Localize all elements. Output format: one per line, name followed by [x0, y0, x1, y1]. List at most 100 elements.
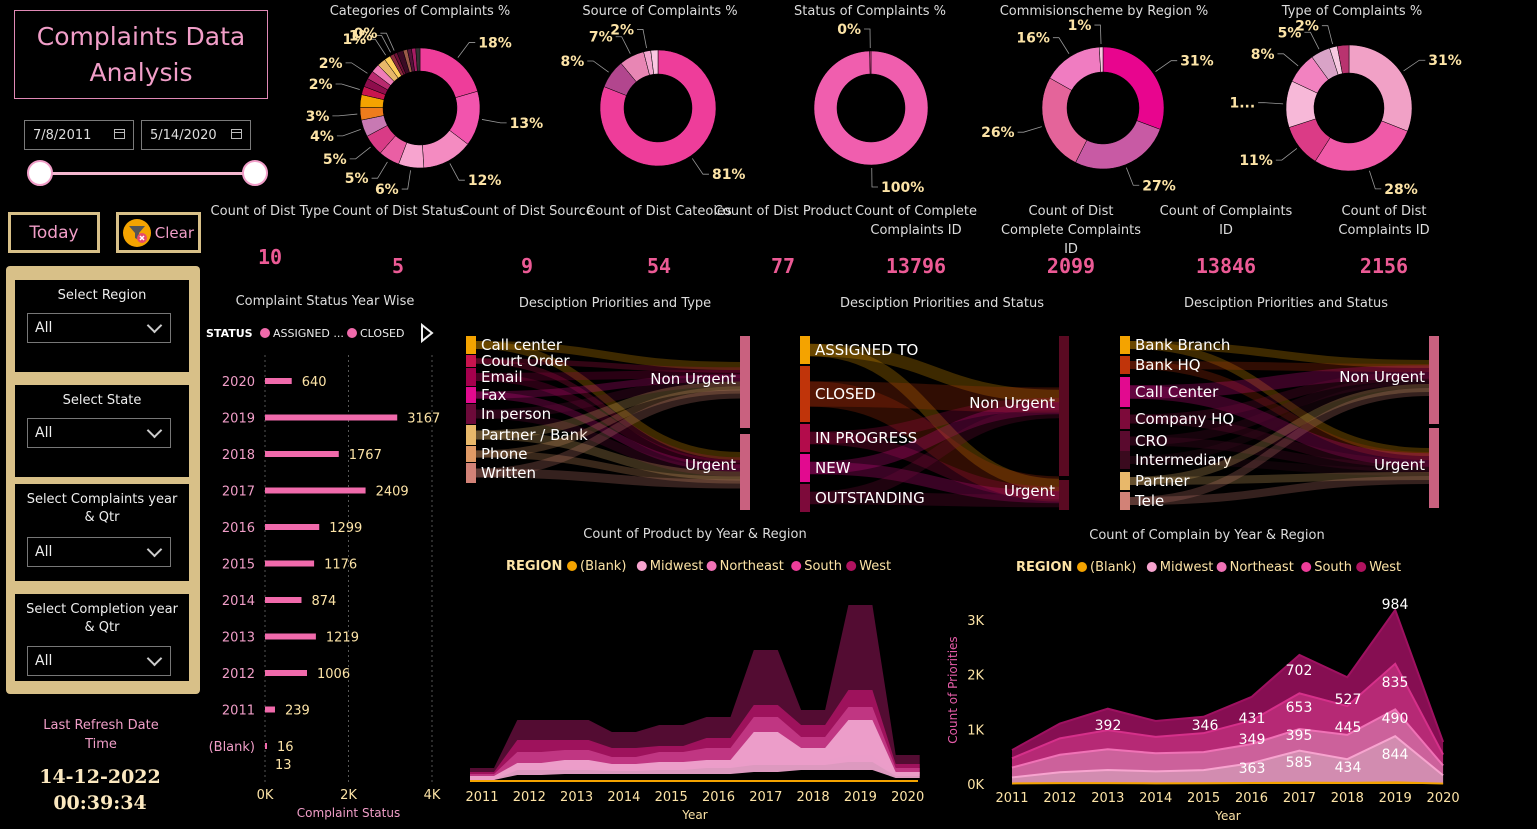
area-point-label: 431 — [1239, 711, 1266, 727]
legend-item[interactable]: West — [1369, 560, 1401, 575]
donut-slice-label: 2% — [309, 77, 333, 93]
sankey-source-node[interactable] — [1120, 409, 1130, 429]
kpi-card-label: Count of Dist Status — [332, 204, 464, 219]
sankey-source-node[interactable] — [1120, 431, 1130, 451]
donut-leader-line — [1321, 25, 1333, 45]
donut-slice-label: 0% — [837, 22, 861, 38]
area-point-label: 395 — [1286, 728, 1313, 744]
legend-item[interactable]: Northeast — [1230, 560, 1294, 575]
donut-leader-line — [1277, 53, 1299, 67]
sankey-source-node[interactable] — [1120, 451, 1130, 469]
sankey-target-node[interactable] — [1429, 428, 1439, 508]
x-tick-label: 2015 — [1187, 791, 1220, 806]
sankey-charts-layer[interactable]: Call centerCourt OrderEmailFaxIn personP… — [0, 320, 1537, 520]
legend-item[interactable]: Midwest — [650, 559, 704, 574]
sankey-source-node[interactable] — [466, 404, 476, 424]
sankey-target-node[interactable] — [1059, 480, 1069, 510]
donut-leader-line — [1094, 24, 1102, 45]
donut-slice-label: 28% — [1384, 182, 1418, 198]
sankey-source-node[interactable] — [800, 366, 810, 422]
today-button[interactable]: Today — [8, 212, 100, 253]
y-tick-label: 2K — [967, 669, 984, 684]
donut-leader-line — [481, 119, 507, 124]
kpi-card-value: 54 — [646, 254, 672, 278]
sankey-source-node[interactable] — [1120, 472, 1130, 490]
sankey-source-node[interactable] — [1120, 377, 1130, 407]
legend-marker — [1216, 562, 1227, 572]
donut-slice[interactable] — [419, 47, 478, 98]
area-point-label: 490 — [1382, 711, 1409, 727]
area-point-label: 445 — [1335, 720, 1362, 736]
sankey-target-label: Urgent — [685, 456, 736, 474]
donut-leader-line — [637, 29, 647, 49]
sankey-source-label: Written — [481, 464, 536, 482]
x-tick-label: 2012 — [513, 790, 546, 805]
clear-filters-button[interactable]: Clear — [116, 212, 201, 253]
x-tick-label: 2011 — [465, 790, 498, 805]
legend-item[interactable]: South — [804, 559, 842, 574]
status-bar[interactable] — [265, 524, 320, 530]
x-tick-label: 2016 — [1235, 791, 1268, 806]
x-tick-label: 2013 — [1091, 791, 1124, 806]
sankey-source-label: In person — [481, 405, 551, 423]
sankey-target-node[interactable] — [740, 336, 750, 428]
legend-item[interactable]: (Blank) — [580, 559, 626, 574]
legend-item[interactable]: West — [859, 559, 891, 574]
legend-item[interactable]: (Blank) — [1090, 560, 1136, 575]
donut-slice-label: 7% — [589, 30, 613, 46]
legend-item[interactable]: South — [1314, 560, 1352, 575]
donut-slice[interactable] — [1075, 120, 1161, 170]
region-slicer-label: Select Region — [57, 288, 147, 303]
area-point-label: 349 — [1239, 732, 1266, 748]
sankey-source-label: CRO — [1135, 432, 1168, 450]
sankey-source-node[interactable] — [800, 484, 810, 512]
donut-slice[interactable] — [1102, 46, 1165, 130]
sankey-source-node[interactable] — [1120, 356, 1130, 374]
sankey-source-node[interactable] — [1120, 336, 1130, 354]
kpi-card-value: 5 — [391, 254, 405, 278]
donut-leader-line — [332, 113, 358, 117]
legend-item[interactable]: Midwest — [1160, 560, 1214, 575]
sankey-source-node[interactable] — [466, 355, 476, 367]
donut-leader-line — [345, 62, 368, 74]
legend-item[interactable]: Northeast — [720, 559, 784, 574]
kpi-card-label: Count of Complete Complaints ID — [854, 204, 978, 238]
legend-marker — [567, 561, 577, 571]
kpi-card-label: Count of Dist Product — [713, 204, 853, 219]
x-tick-label: 2018 — [1331, 791, 1364, 806]
sankey-source-node[interactable] — [466, 446, 476, 462]
x-tick-label: 2016 — [702, 790, 735, 805]
sankey-source-node[interactable] — [466, 336, 476, 354]
donut-slice-label: 26% — [981, 125, 1015, 141]
sankey-source-label: CLOSED — [815, 385, 876, 403]
donut-slice[interactable] — [1314, 120, 1408, 172]
sankey-source-node[interactable] — [800, 454, 810, 482]
sankey-target-node[interactable] — [1429, 336, 1439, 424]
donut-slice[interactable] — [1041, 77, 1088, 163]
sankey-source-node[interactable] — [466, 387, 476, 403]
donut-slice[interactable] — [1348, 44, 1413, 132]
legend-marker — [1077, 562, 1087, 572]
sankey-status-title: Desciption Priorities and Status — [840, 296, 1044, 311]
sankey-target-node[interactable] — [1059, 336, 1069, 476]
area-point-label: 392 — [1095, 718, 1122, 734]
sankey-source-node[interactable] — [1120, 492, 1130, 510]
donut-slice-label: 2% — [610, 22, 634, 38]
bar-category-label: 2016 — [222, 521, 255, 536]
bar-value-label: 1299 — [329, 521, 362, 536]
x-tick-label: 2015 — [655, 790, 688, 805]
sankey-source-node[interactable] — [800, 424, 810, 452]
area-point-label: 844 — [1382, 747, 1409, 763]
sankey-source-label: Fax — [481, 386, 506, 404]
sankey-source-node[interactable] — [466, 463, 476, 483]
area-charts-layer[interactable]: REGION (Blank) Midwest Northeast South West 20… — [0, 550, 1537, 829]
area-point-label: 585 — [1286, 755, 1313, 771]
donut-leader-line — [1403, 59, 1426, 72]
sankey-source-label: Email — [481, 368, 523, 386]
sankey-source-node[interactable] — [800, 336, 810, 364]
sankey-target-label: Urgent — [1004, 482, 1055, 500]
donut-leader-line — [1017, 126, 1042, 133]
sankey-source-node[interactable] — [466, 368, 476, 386]
sankey-target-node[interactable] — [740, 434, 750, 510]
sankey-source-node[interactable] — [466, 425, 476, 445]
